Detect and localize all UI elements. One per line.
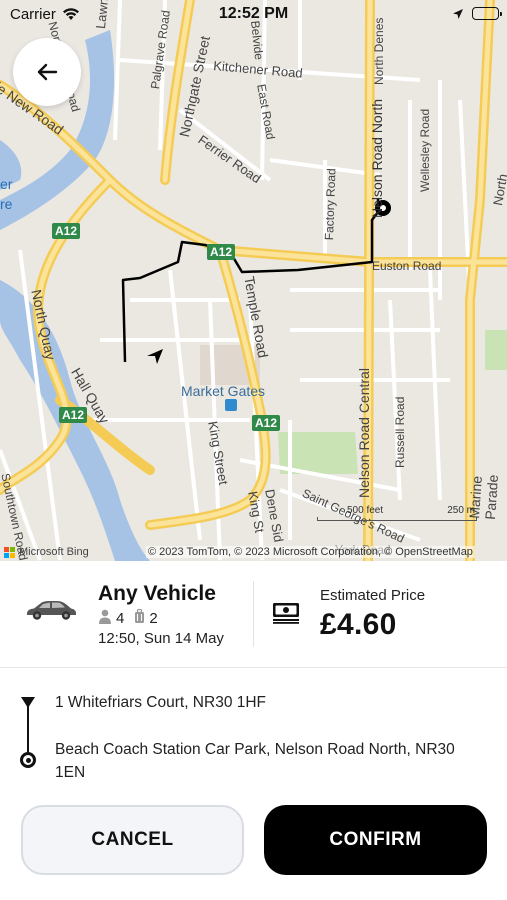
vehicle-summary: Any Vehicle 4 2 12:50, Sun 14 May Estima… [0, 561, 507, 668]
route-summary: 1 Whitefriars Court, NR30 1HF Beach Coac… [0, 668, 507, 783]
map-copyright: © 2023 TomTom, © 2023 Microsoft Corporat… [146, 546, 475, 558]
car-icon [24, 599, 78, 626]
vertical-divider [253, 581, 254, 647]
status-bar: Carrier 12:52 PM [0, 0, 507, 30]
confirm-button[interactable]: CONFIRM [264, 805, 487, 875]
passenger-icon [98, 609, 112, 628]
route-connector [27, 712, 29, 752]
dropoff-marker-icon [20, 752, 36, 768]
battery-icon [472, 7, 502, 20]
luggage-icon [134, 608, 145, 628]
banknote-icon [272, 602, 300, 629]
bing-logo: Microsoft Bing [4, 546, 89, 558]
vehicle-name: Any Vehicle [98, 582, 216, 605]
dropoff-address: Beach Coach Station Car Park, Nelson Roa… [55, 741, 455, 781]
location-arrow-icon [452, 7, 464, 25]
status-time: 12:52 PM [218, 5, 289, 22]
estimated-price-value: £4.60 [320, 608, 397, 641]
passenger-count: 4 [116, 610, 125, 627]
bing-label: Microsoft Bing [19, 546, 89, 558]
scale-meters-label: 250 m [447, 505, 475, 516]
back-button[interactable] [13, 38, 81, 106]
cancel-button[interactable]: CANCEL [21, 805, 244, 875]
booking-sheet: Any Vehicle 4 2 12:50, Sun 14 May Estima… [0, 561, 507, 900]
pickup-datetime: 12:50, Sun 14 May [98, 630, 224, 647]
luggage-count: 2 [149, 610, 158, 627]
vehicle-capacity: 4 2 [98, 608, 168, 628]
arrow-left-icon [37, 63, 58, 81]
pickup-address: 1 Whitefriars Court, NR30 1HF [55, 694, 267, 711]
estimated-price-label: Estimated Price [320, 587, 426, 604]
map-view[interactable]: Lawn Ave North River Road Palgrave Road … [0, 0, 507, 561]
map-scale: 500 feet 250 m [317, 505, 477, 523]
microsoft-logo-icon [4, 546, 15, 558]
map-attribution: Microsoft Bing © 2023 TomTom, © 2023 Mic… [0, 541, 507, 561]
scale-feet-label: 500 feet [347, 505, 384, 516]
